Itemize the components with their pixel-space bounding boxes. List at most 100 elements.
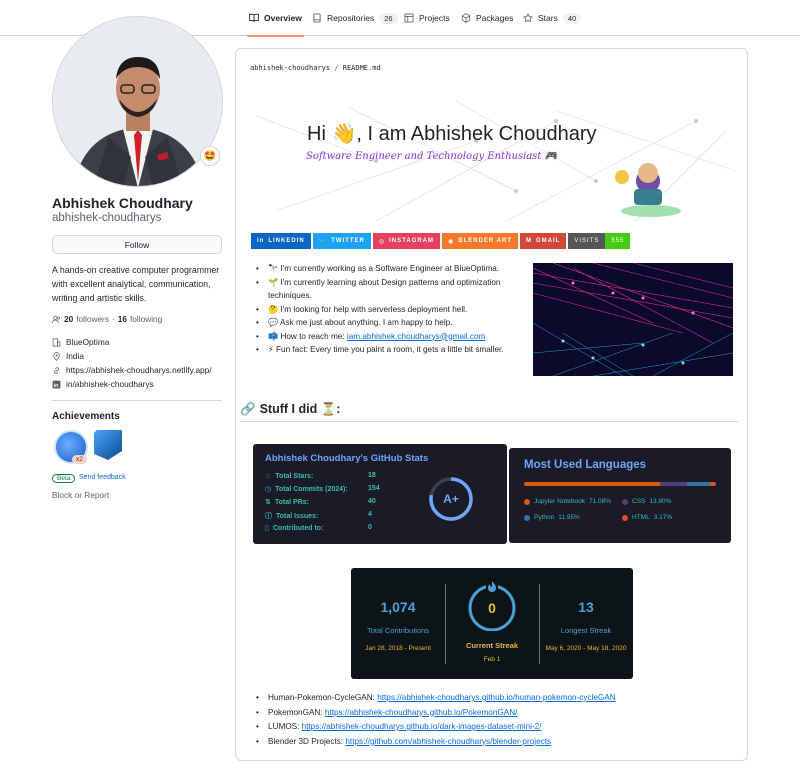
- svg-text:in: in: [54, 383, 59, 389]
- list-item: ⚡ Fun fact: Every time you paint a room,…: [254, 343, 524, 357]
- instagram-icon: ◎: [378, 238, 386, 245]
- list-item: 🌱 I'm currently learning about Design pa…: [254, 276, 524, 303]
- linkedin-link[interactable]: in/abhishek-choudharys: [66, 379, 154, 389]
- longest-streak-range: May 6, 2020 - May 18, 2020: [545, 645, 627, 652]
- star-icon: ☆: [265, 473, 272, 480]
- dot-separator: ·: [111, 314, 115, 324]
- linkedin-icon: in: [257, 238, 265, 244]
- blender-badge[interactable]: ◉ BLENDER ART: [441, 233, 519, 249]
- language-bar-segment: [524, 482, 661, 486]
- history-icon: ◷: [265, 486, 272, 493]
- tab-packages[interactable]: Packages: [461, 0, 513, 36]
- block-report-link[interactable]: Block or Report: [52, 490, 109, 500]
- website-row: https://abhishek-choudharys.netlify.app/: [52, 365, 212, 375]
- visits-badge: VISITS 555: [568, 233, 631, 249]
- stat-row: ⓘ Total Issues:: [265, 511, 318, 521]
- stat-label: Total PRs:: [274, 498, 309, 506]
- list-item: 📫 How to reach me: iam.abhishek.choudhar…: [254, 330, 524, 344]
- languages-title: Most Used Languages: [524, 459, 647, 471]
- achievement-badge-quickdraw[interactable]: [94, 430, 122, 460]
- follow-button[interactable]: Follow: [52, 235, 222, 254]
- location-row: India: [52, 351, 84, 361]
- stat-label: Contributed to:: [272, 524, 324, 532]
- list-item: 💬 Ask me just about anything. I am happy…: [254, 316, 524, 330]
- followers-count[interactable]: 20: [64, 314, 73, 324]
- twitter-badge[interactable]: 🐦 TWITTER: [312, 233, 371, 249]
- github-stats-card: Abhishek Choudhary's GitHub Stats ☆ Total…: [253, 444, 507, 544]
- status-emoji[interactable]: 🤩: [200, 146, 220, 166]
- stat-value: 4: [368, 511, 372, 518]
- tab-label: Packages: [476, 13, 514, 23]
- readme-panel: abhishek-choudharys / README.md Hi 👋, I …: [235, 48, 748, 761]
- location-icon: [53, 351, 60, 361]
- readme-breadcrumb: abhishek-choudharys / README.md: [250, 64, 381, 72]
- gmail-badge[interactable]: M GMAIL: [520, 233, 567, 249]
- network-image: [533, 263, 733, 376]
- list-item: PokemonGAN: https://abhishek-choudharys.…: [254, 706, 616, 721]
- language-bar-segment: [686, 482, 710, 486]
- profile-photo: [53, 17, 222, 186]
- following-count[interactable]: 16: [118, 314, 127, 324]
- repositories-count: 26: [379, 12, 398, 24]
- package-icon: [461, 13, 471, 23]
- project-link[interactable]: https://abhishek-choudharys.github.io/da…: [302, 722, 542, 731]
- total-contributions: 1,074 Total Contributions Jan 28, 2018 -…: [351, 568, 445, 679]
- tab-label: Repositories: [327, 13, 375, 23]
- list-item: Blender 3D Projects: https://github.com/…: [254, 735, 616, 750]
- total-contributions-value: 1,074: [380, 599, 416, 615]
- followers-link[interactable]: followers: [76, 314, 109, 324]
- stat-row: ⇅ Total PRs:: [265, 498, 309, 507]
- send-feedback-link[interactable]: Send feedback: [79, 474, 126, 481]
- tab-overview[interactable]: Overview: [247, 0, 304, 37]
- stat-value: 0: [368, 524, 372, 531]
- company-row: BlueOptima: [52, 337, 109, 347]
- longest-streak-value: 13: [578, 599, 594, 615]
- current-streak-value: 0: [488, 600, 496, 616]
- gmail-icon: M: [526, 238, 533, 244]
- avatar[interactable]: [52, 16, 223, 187]
- badge-label: TWITTER: [331, 238, 365, 244]
- location: India: [66, 351, 84, 361]
- people-icon: [52, 315, 60, 323]
- project-link[interactable]: https://abhishek-choudharys.github.io/Po…: [325, 708, 518, 717]
- list-item: LUMOS: https://abhishek-choudharys.githu…: [254, 720, 616, 735]
- stat-label: Total Issues:: [276, 512, 319, 520]
- language-name: Python: [534, 514, 555, 521]
- project-name: Blender 3D Projects:: [268, 736, 346, 746]
- website-link[interactable]: https://abhishek-choudharys.netlify.app/: [66, 365, 212, 375]
- language-dot: [622, 514, 628, 521]
- badge-label: BLENDER ART: [458, 238, 513, 244]
- about-list: 🔭 I'm currently working as a Software En…: [254, 262, 524, 357]
- language-pct: 71.08%: [588, 498, 611, 505]
- linkedin-icon: in: [52, 380, 61, 389]
- profile-login: abhishek-choudharys: [52, 212, 162, 224]
- stats-grade: A+: [443, 492, 459, 506]
- profile-name: Abhishek Choudhary: [52, 195, 193, 211]
- breadcrumb-file[interactable]: README.md: [343, 64, 381, 72]
- achievement-multiplier: x2: [72, 455, 87, 464]
- email-link[interactable]: iam.abhishek.choudharys@gmail.com: [347, 332, 485, 341]
- tab-repositories[interactable]: Repositories 26: [312, 0, 398, 36]
- tab-label: Stars: [538, 13, 558, 23]
- tab-projects[interactable]: Projects: [404, 0, 450, 36]
- instagram-badge[interactable]: ◎ INSTAGRAM: [372, 233, 440, 249]
- streak-stats-card: 1,074 Total Contributions Jan 28, 2018 -…: [351, 568, 633, 679]
- language-dot: [622, 498, 628, 505]
- tab-stars[interactable]: Stars 40: [523, 0, 582, 36]
- language-name: CSS: [632, 498, 646, 505]
- current-streak: 0 Current Streak Feb 1: [445, 568, 539, 679]
- projects-list: Human-Pokemon-CycleGAN: https://abhishek…: [254, 691, 616, 749]
- project-link[interactable]: https://abhishek-choudharys.github.io/hu…: [377, 693, 615, 702]
- stat-value: 154: [368, 485, 380, 492]
- company: BlueOptima: [66, 337, 110, 347]
- repo-icon: ▯: [265, 525, 269, 532]
- longest-streak: 13 Longest Streak May 6, 2020 - May 18, …: [539, 568, 633, 679]
- linkedin-badge[interactable]: in LINKEDIN: [251, 233, 311, 249]
- anchor-link-icon[interactable]: 🔗: [240, 402, 256, 417]
- project-link[interactable]: https://github.com/abhishek-choudharys/b…: [345, 737, 551, 746]
- breadcrumb-user[interactable]: abhishek-choudharys: [250, 64, 330, 72]
- following-link[interactable]: following: [130, 314, 162, 324]
- tab-label: Projects: [419, 13, 450, 23]
- profile-bio: A hands-on creative computer programmer …: [52, 265, 220, 303]
- repo-icon: [313, 13, 321, 23]
